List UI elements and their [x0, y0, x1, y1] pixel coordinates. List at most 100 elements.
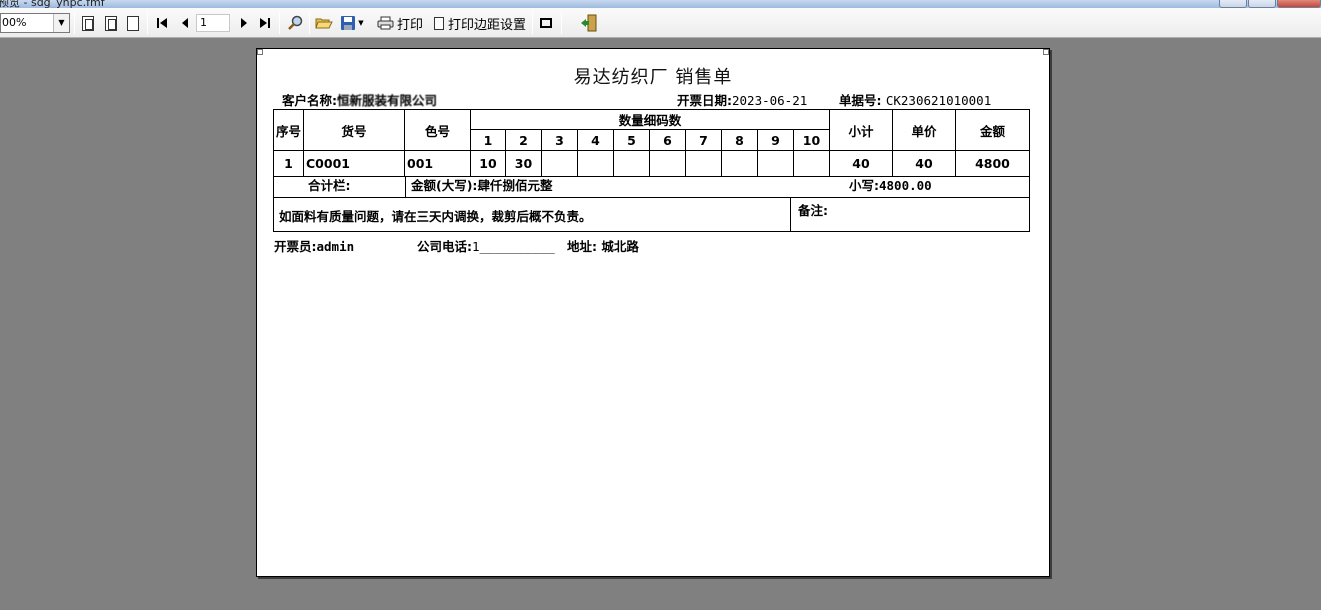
amount-lower-field: 小写:4800.00: [849, 176, 932, 197]
window-title: 预览 - sdg_yhpc.fmf: [0, 0, 105, 8]
first-page-icon: [157, 18, 167, 28]
actual-size-button[interactable]: [125, 12, 141, 34]
header-seq: 序号: [273, 109, 304, 151]
document-title: 易达纺织厂 销售单: [573, 67, 733, 88]
quality-notice: 如面料有质量问题，请在三天内调换，裁剪后概不负责。: [279, 209, 592, 224]
customer-value: 恒新服装有限公司: [337, 93, 438, 108]
save-button[interactable]: ▼: [338, 12, 366, 34]
exit-door-icon: [581, 14, 597, 32]
amount-lower-value: 4800.00: [879, 178, 932, 193]
size-header: 8: [721, 129, 758, 151]
row-size-qty: [721, 150, 758, 177]
toolbar-separator: [309, 12, 310, 34]
order-number-label: 单据号:: [839, 93, 882, 108]
address-label: 地址:: [567, 239, 597, 254]
row-amount: 4800: [955, 150, 1030, 177]
page-width-icon: [105, 15, 117, 31]
page-width-button[interactable]: [102, 12, 120, 34]
address-field: 地址: 城北路: [567, 236, 639, 255]
invoice-date-label: 开票日期:: [677, 93, 732, 108]
magnifier-icon: [288, 15, 303, 30]
row-size-qty: [649, 150, 686, 177]
row-size-qty: 30: [505, 150, 542, 177]
size-header: 9: [757, 129, 794, 151]
previous-page-icon: [182, 18, 188, 28]
margin-handle[interactable]: [257, 49, 263, 55]
row-subtotal: 40: [829, 150, 893, 177]
divider: [790, 198, 791, 231]
margin-handle[interactable]: [1043, 49, 1049, 55]
print-margin-button[interactable]: 打印边距设置: [432, 12, 528, 34]
amount-upper-label: 金额(大写):: [411, 178, 478, 193]
size-header: 3: [541, 129, 578, 151]
address-value: 城北路: [601, 239, 639, 254]
amount-upper-value: 肆仟捌佰元整: [477, 178, 553, 193]
print-label: 打印: [396, 17, 423, 33]
zoom-value: 00%: [2, 16, 27, 29]
chevron-down-icon[interactable]: ▼: [53, 14, 69, 32]
page-number-input[interactable]: 1: [196, 14, 230, 32]
next-page-icon: [241, 18, 247, 28]
zoom-select[interactable]: 00% ▼: [0, 13, 70, 33]
header-amount: 金额: [955, 109, 1030, 151]
save-icon: [341, 16, 356, 30]
order-number-value: CK230621010001: [885, 93, 992, 108]
last-page-button[interactable]: [257, 12, 273, 34]
customer-label: 客户名称:: [282, 93, 337, 108]
printer-icon: [377, 16, 394, 30]
size-header: 1: [470, 129, 506, 151]
amount-lower-label: 小写:: [849, 178, 879, 193]
minimize-button[interactable]: [1219, 0, 1247, 8]
close-button[interactable]: [1277, 0, 1321, 8]
exit-button[interactable]: [578, 12, 600, 34]
chevron-down-icon[interactable]: ▼: [358, 19, 363, 27]
amount-upper-field: 金额(大写):肆仟捌佰元整: [411, 176, 552, 197]
summary-row: 合计栏: 金额(大写):肆仟捌佰元整 小写:4800.00: [273, 176, 1030, 198]
row-size-qty: [685, 150, 722, 177]
square-icon: [540, 18, 552, 28]
size-header: 5: [613, 129, 650, 151]
table-header-row: 序号 货号 色号 数量细码数 小计 单价 金额: [273, 109, 1030, 151]
row-color-no: 001: [404, 150, 471, 177]
row-size-qty: [577, 150, 614, 177]
frame-button[interactable]: [537, 12, 555, 34]
window-title-bar: 预览 - sdg_yhpc.fmf: [0, 0, 1321, 8]
header-item-no: 货号: [303, 109, 405, 151]
issuer-label: 开票员:: [274, 239, 317, 254]
preview-toolbar: 00% ▼ 1 ▼ 打印 打印边距设置: [0, 8, 1321, 38]
last-page-icon: [260, 18, 270, 28]
first-page-button[interactable]: [154, 12, 170, 34]
header-color-no: 色号: [404, 109, 471, 151]
row-size-qty: [757, 150, 794, 177]
table-row: 1 C0001 001 10 30 40 40 4800: [273, 150, 1030, 177]
whole-page-button[interactable]: [79, 12, 97, 34]
row-item-no: C0001: [303, 150, 405, 177]
order-number-field: 单据号: CK230621010001: [839, 90, 991, 109]
row-size-qty: [613, 150, 650, 177]
maximize-button[interactable]: [1248, 0, 1276, 8]
toolbar-separator: [147, 12, 148, 34]
row-size-qty: [541, 150, 578, 177]
header-unit-price: 单价: [892, 109, 956, 151]
window-controls: [1218, 0, 1321, 8]
phone-label: 公司电话:: [417, 239, 472, 254]
toolbar-separator: [279, 12, 280, 34]
print-margin-label: 打印边距设置: [447, 17, 526, 33]
sales-table: 序号 货号 色号 数量细码数 小计 单价 金额 1 2 3 4 5 6 7 8 …: [273, 109, 1030, 177]
size-header: 2: [505, 129, 542, 151]
toolbar-separator: [532, 12, 533, 34]
total-label: 合计栏:: [308, 178, 351, 193]
next-page-button[interactable]: [236, 12, 252, 34]
print-button[interactable]: 打印: [375, 12, 425, 34]
find-button[interactable]: [285, 12, 305, 34]
open-button[interactable]: [314, 12, 334, 34]
row-size-qty: 10: [470, 150, 506, 177]
page-icon: [433, 16, 444, 30]
previous-page-button[interactable]: [177, 12, 193, 34]
header-subtotal: 小计: [829, 109, 893, 151]
toolbar-separator: [74, 12, 75, 34]
remark-label: 备注:: [798, 203, 828, 218]
page-icon: [127, 15, 139, 31]
folder-open-icon: [315, 18, 333, 29]
issuer-value: admin: [316, 239, 355, 254]
